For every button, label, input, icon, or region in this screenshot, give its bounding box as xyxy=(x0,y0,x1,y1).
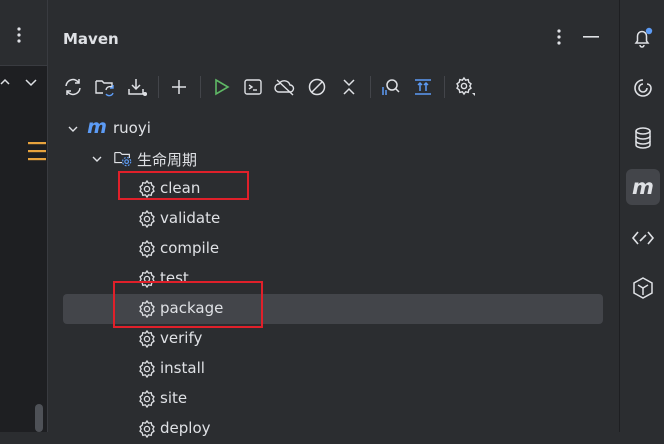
project-name: ruoyi xyxy=(113,119,151,137)
goal-validate[interactable]: validate xyxy=(63,204,603,234)
scrollbar-thumb[interactable] xyxy=(35,404,43,432)
more-options-icon[interactable] xyxy=(16,26,22,48)
toolbar-separator xyxy=(444,76,445,98)
collapse-all-icon[interactable] xyxy=(334,70,364,104)
skip-tests-icon[interactable] xyxy=(302,70,332,104)
maven-project-icon: m xyxy=(87,116,107,138)
minimize-icon[interactable] xyxy=(578,24,604,50)
goal-gear-icon xyxy=(137,419,157,439)
database-icon[interactable] xyxy=(626,120,660,156)
lifecycle-label: 生命周期 xyxy=(137,151,198,169)
goal-site[interactable]: site xyxy=(63,384,603,414)
notifications-icon[interactable] xyxy=(626,20,660,56)
execute-goal-icon[interactable] xyxy=(238,70,268,104)
plugin-icon[interactable] xyxy=(626,270,660,306)
goal-deploy[interactable]: deploy xyxy=(63,414,603,444)
goal-label: install xyxy=(160,359,205,377)
goal-gear-icon xyxy=(137,329,157,349)
goal-verify[interactable]: verify xyxy=(63,324,603,354)
expand-all-icon[interactable] xyxy=(408,70,438,104)
goal-label: validate xyxy=(160,209,221,227)
ai-assistant-icon[interactable] xyxy=(626,70,660,106)
options-icon[interactable] xyxy=(546,24,572,50)
chevron-down-icon[interactable] xyxy=(65,121,81,137)
goal-label: verify xyxy=(160,329,203,347)
right-tool-window-bar: m xyxy=(619,0,664,432)
navigation-arrows[interactable] xyxy=(0,72,47,92)
goal-label: compile xyxy=(160,239,220,257)
chevron-down-icon[interactable] xyxy=(89,151,105,167)
annotation-box-package xyxy=(113,281,263,328)
add-project-icon[interactable] xyxy=(164,70,194,104)
goal-compile[interactable]: compile xyxy=(63,234,603,264)
panel-title: Maven xyxy=(63,30,119,48)
tree-node-project[interactable]: m ruoyi xyxy=(63,114,603,144)
goal-gear-icon xyxy=(137,239,157,259)
toolbar-separator xyxy=(200,76,201,98)
annotation-box-clean xyxy=(118,171,249,200)
goal-gear-icon xyxy=(137,389,157,409)
editor-tab-area xyxy=(0,0,47,66)
toggle-offline-icon[interactable] xyxy=(270,70,300,104)
generate-sources-icon[interactable] xyxy=(90,70,120,104)
goal-gear-icon xyxy=(137,209,157,229)
code-with-me-icon[interactable] xyxy=(626,220,660,256)
goal-label: site xyxy=(160,389,188,407)
maven-toolbar xyxy=(48,70,619,104)
settings-icon[interactable] xyxy=(450,70,480,104)
structure-icon[interactable] xyxy=(28,140,46,166)
run-icon[interactable] xyxy=(206,70,236,104)
goal-install[interactable]: install xyxy=(63,354,603,384)
toolbar-separator xyxy=(158,76,159,98)
maven-icon[interactable]: m xyxy=(626,169,660,205)
toolbar-separator xyxy=(370,76,371,98)
maven-tool-window: Maven m ruoyi 生命周期 clean validate compil… xyxy=(48,0,619,439)
lifecycle-folder-icon xyxy=(113,148,133,168)
download-sources-icon[interactable] xyxy=(122,70,152,104)
reload-all-projects-icon[interactable] xyxy=(58,70,88,104)
goal-label: deploy xyxy=(160,419,211,437)
show-dependencies-icon[interactable] xyxy=(376,70,406,104)
tree-node-lifecycle[interactable]: 生命周期 xyxy=(63,144,603,174)
goal-gear-icon xyxy=(137,359,157,379)
editor-side-strip xyxy=(0,0,48,432)
panel-header: Maven xyxy=(48,0,619,60)
